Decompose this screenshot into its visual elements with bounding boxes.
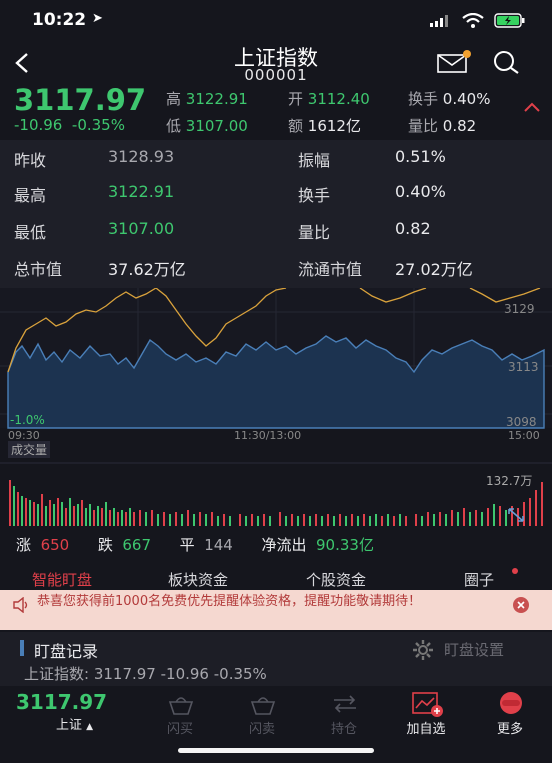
record-title: 盯盘记录 [34,642,99,661]
price-axis-label: 3098 [506,415,537,429]
detail-value: 3128.93 [108,147,175,166]
detail-label: 换手 [298,186,331,205]
quick-buy-icon[interactable] [166,692,196,716]
watch-record-section: 盯盘记录 盯盘设置 上证指数: 3117.97 -10.96 -0.35% [0,632,552,686]
tab-circle[interactable]: 圈子 [464,569,494,590]
more-icon[interactable] [496,690,526,718]
section-marker [20,640,24,656]
price-change: -10.96 -0.35% [14,116,125,134]
open-field: 开 3112.40 [288,90,370,108]
notification-dot [512,568,518,574]
time-axis-label: 15:00 [508,429,540,442]
watch-settings-button[interactable]: 盯盘设置 [444,639,504,660]
intraday-chart[interactable]: 3129 3113 3098 -1.0% 09:30 11:30/13:00 1… [0,288,552,560]
time-axis-label: 11:30/13:00 [234,429,302,442]
gear-icon[interactable] [412,639,434,661]
signal-icon [430,15,448,27]
expand-icon[interactable] [506,506,526,524]
home-indicator [178,748,374,753]
price-axis-label: 3113 [508,360,539,374]
detail-value: 37.62万亿 [108,260,186,279]
location-arrow-icon: ➤ [92,11,103,26]
battery-icon [494,13,525,28]
low-field: 低 3107.00 [166,117,248,135]
detail-value: 27.02万亿 [395,260,473,279]
add-watchlist-button[interactable]: 加自选 [396,718,456,737]
volume-title: 成交量 [8,441,51,458]
volume-bars [9,480,543,526]
holdings-icon[interactable] [330,692,360,716]
quick-sell-button[interactable]: 闪卖 [232,718,292,737]
collapse-chevron-icon[interactable] [522,100,542,114]
tab-stock-funds[interactable]: 个股资金 [306,569,366,590]
close-icon[interactable] [512,596,530,614]
detail-value: 0.82 [395,219,431,238]
pct-axis-label: -1.0% [10,413,45,427]
chart-svg [0,288,552,526]
detail-panel: 昨收 3128.93 振幅 0.51% 最高 3122.91 换手 0.40% … [0,140,552,290]
nav-bar: 上证指数 000001 [0,38,552,86]
tab-sector-funds[interactable]: 板块资金 [168,569,228,590]
index-area [7,335,545,429]
volume-ratio-field: 量比 0.82 [408,117,477,135]
record-line: 上证指数: 3117.97 -10.96 -0.35% [24,665,267,683]
banner-text: 恭喜您获得前1000名免费优先提醒体验资格，提醒功能敬请期待！ [37,594,422,609]
turnover-field: 换手 0.40% [408,90,491,108]
detail-label: 流通市值 [298,260,363,279]
search-icon[interactable] [493,50,521,76]
detail-label: 总市值 [14,260,63,279]
detail-value: 0.40% [395,182,446,201]
detail-label: 最高 [14,186,47,205]
current-price: 3117.97 [14,83,147,117]
quick-sell-icon[interactable] [248,692,278,716]
market-selector[interactable]: 上证 ▲ [56,714,93,733]
holdings-button[interactable]: 持仓 [314,718,374,737]
detail-label: 最低 [14,223,47,242]
detail-value: 3122.91 [108,182,175,201]
tab-smart-watch[interactable]: 智能盯盘 [32,569,92,590]
promo-banner: 恭喜您获得前1000名免费优先提醒体验资格，提醒功能敬请期待！ [0,590,552,630]
detail-value: 0.51% [395,147,446,166]
wifi-icon [462,13,484,28]
status-bar: 10:22 ➤ [0,0,552,40]
detail-label: 振幅 [298,151,331,170]
mail-icon[interactable] [436,50,472,74]
amount-field: 额 1612亿 [288,117,361,135]
add-watchlist-icon[interactable] [410,690,444,718]
quick-buy-button[interactable]: 闪买 [150,718,210,737]
breadth-row: 涨 650 跌 667 平 144 净流出 90.33亿 [16,536,374,554]
price-axis-label: 3129 [504,302,535,316]
detail-value: 3107.00 [108,219,175,238]
detail-label: 昨收 [14,151,47,170]
detail-label: 量比 [298,223,331,242]
bottom-price: 3117.97 [16,690,108,714]
speaker-icon [13,597,28,613]
more-button[interactable]: 更多 [480,718,540,737]
tab-bar: 智能盯盘 板块资金 个股资金 圈子 [0,562,552,592]
high-field: 高 3122.91 [166,90,248,108]
volume-max-label: 132.7万 [486,474,533,488]
status-time: 10:22 [32,10,87,30]
